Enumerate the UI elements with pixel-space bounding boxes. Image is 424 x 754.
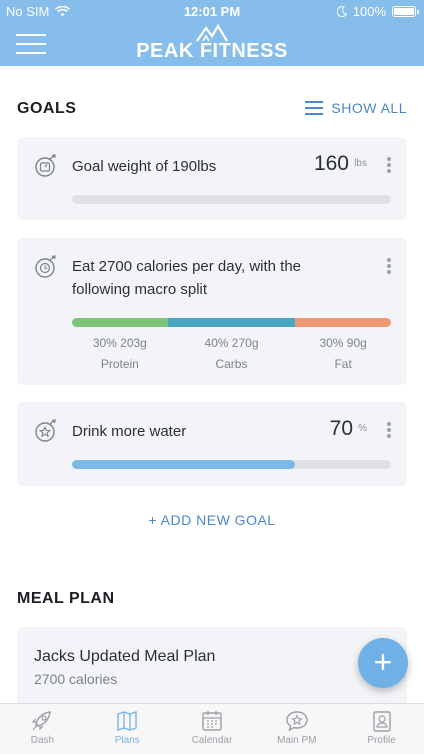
- profile-card-icon: [372, 711, 391, 732]
- status-bar: No SIM 12:01 PM 100%: [0, 0, 424, 22]
- app-name: PEAK FITNESS: [136, 40, 288, 62]
- goal-unit: lbs: [354, 158, 367, 169]
- app-header: No SIM 12:01 PM 100% PEAK FITNESS: [0, 0, 424, 66]
- tab-plans[interactable]: Plans: [85, 704, 170, 754]
- goals-section-title: GOALS: [17, 100, 77, 117]
- show-all-label: SHOW ALL: [331, 100, 407, 116]
- status-right: 100%: [336, 4, 419, 19]
- more-options-icon[interactable]: [383, 420, 395, 440]
- goal-progress-fill: [72, 460, 296, 469]
- goal-progress-track: [72, 460, 391, 469]
- macro-name: Fat: [334, 357, 352, 371]
- tab-bar: Dash Plans Calendar Main PM Profile: [0, 703, 424, 754]
- goal-title: Eat 2700 calories per day, with the foll…: [72, 258, 302, 298]
- tab-profile[interactable]: Profile: [339, 704, 424, 754]
- macro-split-bar: [72, 318, 391, 327]
- macro-column-carbs: 40% 270g Carbs: [168, 333, 296, 375]
- more-options-icon[interactable]: [383, 155, 395, 175]
- list-icon: [305, 101, 324, 115]
- map-icon: [117, 711, 137, 731]
- goal-unit: %: [358, 423, 367, 434]
- moon-icon: [336, 6, 347, 17]
- battery-percent: 100%: [352, 4, 386, 19]
- macro-segment-fat: [295, 318, 391, 327]
- more-options-icon[interactable]: [383, 256, 395, 276]
- calendar-icon: [202, 711, 222, 731]
- tab-label: Dash: [30, 735, 55, 746]
- macro-column-fat: 30% 90g Fat: [295, 333, 391, 375]
- tab-label: Calendar: [191, 735, 233, 746]
- tab-calendar[interactable]: Calendar: [170, 704, 255, 754]
- star-chat-icon: [286, 711, 308, 732]
- macro-name: Carbs: [215, 357, 248, 371]
- tab-label: Profile: [367, 735, 396, 746]
- tab-main-pm[interactable]: Main PM: [254, 704, 339, 754]
- tab-label: Plans: [114, 735, 140, 746]
- macro-segment-carbs: [167, 318, 296, 327]
- macro-amount: 40% 270g: [204, 336, 259, 350]
- target-star-icon: [35, 419, 56, 442]
- add-new-goal-button[interactable]: + ADD NEW GOAL: [0, 512, 424, 528]
- tab-label: Main PM: [277, 735, 317, 746]
- macro-name: Protein: [100, 357, 139, 371]
- goal-title: Drink more water: [72, 423, 187, 440]
- meal-plan-title: Jacks Updated Meal Plan: [34, 648, 216, 665]
- macro-segment-protein: [72, 318, 168, 327]
- macro-amount: 30% 203g: [92, 336, 147, 350]
- battery-icon: [392, 6, 419, 17]
- add-fab-button[interactable]: +: [358, 638, 408, 688]
- meal-plan-calories: 2700 calories: [34, 671, 118, 687]
- battery-level: [394, 8, 414, 15]
- app-logo: PEAK FITNESS: [0, 24, 424, 63]
- goal-current-value: 160: [313, 152, 349, 175]
- goal-progress-track: [72, 195, 391, 204]
- target-scale-icon: [35, 154, 56, 177]
- show-all-button[interactable]: SHOW ALL: [305, 100, 407, 116]
- tab-dash[interactable]: Dash: [0, 704, 85, 754]
- goal-card-weight[interactable]: Goal weight of 190lbs 160 lbs: [17, 137, 407, 220]
- goal-card-calories[interactable]: Eat 2700 calories per day, with the foll…: [17, 238, 407, 385]
- macro-column-protein: 30% 203g Protein: [72, 333, 168, 375]
- goal-current-value: 70: [329, 417, 353, 440]
- rocket-icon: [31, 711, 52, 731]
- meal-plan-section-title: MEAL PLAN: [17, 590, 115, 607]
- goal-card-water[interactable]: Drink more water 70 %: [17, 402, 407, 486]
- goal-title: Goal weight of 190lbs: [72, 158, 217, 175]
- target-clock-icon: [35, 255, 56, 278]
- macro-amount: 30% 90g: [319, 336, 367, 350]
